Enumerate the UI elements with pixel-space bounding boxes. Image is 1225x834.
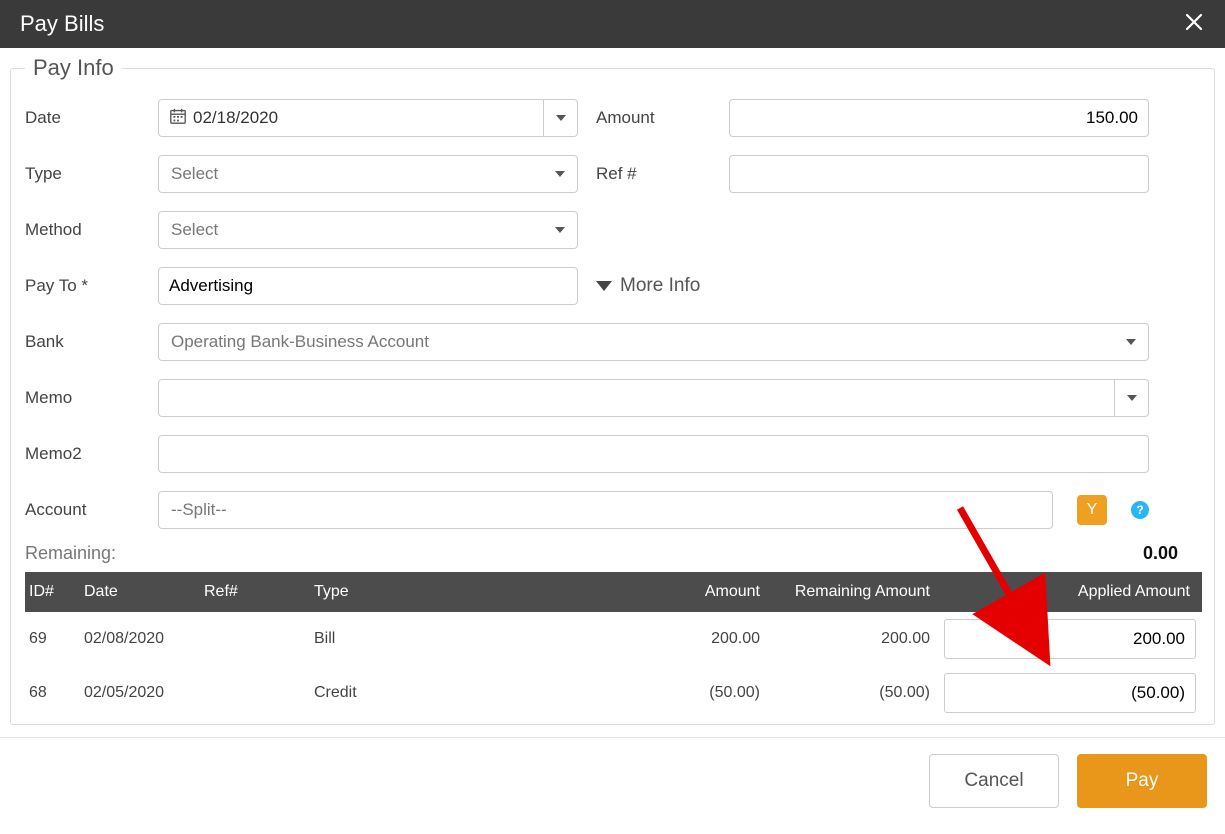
col-ref: Ref# <box>200 583 310 601</box>
col-type: Type <box>310 583 600 601</box>
type-dropdown-button[interactable] <box>543 156 577 192</box>
form-grid: Date 02/18/2020 Amount Type Select Ref # <box>25 83 1202 529</box>
bills-table: ID# Date Ref# Type Amount Remaining Amou… <box>25 572 1202 720</box>
remaining-row: Remaining: 0.00 <box>25 543 1196 564</box>
bank-field[interactable]: Operating Bank-Business Account <box>158 323 1149 361</box>
amount-field[interactable] <box>729 99 1149 137</box>
label-memo2: Memo2 <box>25 444 140 464</box>
titlebar: Pay Bills <box>0 0 1225 48</box>
label-ref: Ref # <box>596 164 711 184</box>
label-method: Method <box>25 220 140 240</box>
close-icon[interactable] <box>1177 7 1211 41</box>
bank-dropdown-button[interactable] <box>1114 324 1148 360</box>
content: Pay Info Date 02/18/2020 Amount Type Sel… <box>0 48 1225 725</box>
table-row: 68 02/05/2020 Credit (50.00) (50.00) <box>25 666 1202 720</box>
chevron-down-icon <box>596 281 612 291</box>
payto-field[interactable] <box>158 267 578 305</box>
cell-date: 02/05/2020 <box>80 684 200 702</box>
label-memo: Memo <box>25 388 140 408</box>
col-id: ID# <box>25 583 80 601</box>
chevron-down-icon <box>1126 339 1136 345</box>
window-title: Pay Bills <box>20 11 104 37</box>
applied-amount-input[interactable] <box>944 673 1196 713</box>
col-remaining: Remaining Amount <box>770 583 940 601</box>
cell-amount: 200.00 <box>600 630 770 648</box>
ref-field[interactable] <box>729 155 1149 193</box>
more-info-toggle[interactable]: More Info <box>596 275 1149 297</box>
type-field[interactable]: Select <box>158 155 578 193</box>
label-type: Type <box>25 164 140 184</box>
col-date: Date <box>80 583 200 601</box>
memo-field[interactable] <box>158 379 1149 417</box>
cell-type: Bill <box>310 630 600 648</box>
table-row: 69 02/08/2020 Bill 200.00 200.00 <box>25 612 1202 666</box>
cell-applied <box>940 667 1200 719</box>
payto-input[interactable] <box>159 268 577 304</box>
date-dropdown-button[interactable] <box>543 100 577 136</box>
memo-dropdown-button[interactable] <box>1114 380 1148 416</box>
table-header: ID# Date Ref# Type Amount Remaining Amou… <box>25 572 1202 612</box>
help-icon[interactable]: ? <box>1131 501 1149 519</box>
fieldset-legend: Pay Info <box>25 55 122 81</box>
cell-date: 02/08/2020 <box>80 630 200 648</box>
pay-info-fieldset: Pay Info Date 02/18/2020 Amount Type Sel… <box>10 68 1215 725</box>
cell-type: Credit <box>310 684 600 702</box>
date-field[interactable]: 02/18/2020 <box>158 99 578 137</box>
method-dropdown-button[interactable] <box>543 212 577 248</box>
amount-input[interactable] <box>730 100 1148 136</box>
type-value: Select <box>159 164 543 184</box>
cell-id: 69 <box>25 630 80 648</box>
memo2-input[interactable] <box>159 436 1148 472</box>
remaining-value: 0.00 <box>1143 543 1196 564</box>
pay-button[interactable]: Pay <box>1077 754 1207 808</box>
more-info-label: More Info <box>620 275 700 297</box>
method-value: Select <box>159 220 543 240</box>
chevron-down-icon <box>555 171 565 177</box>
chevron-down-icon <box>555 227 565 233</box>
applied-amount-input[interactable] <box>944 619 1196 659</box>
col-applied: Applied Amount <box>940 583 1200 601</box>
memo2-field[interactable] <box>158 435 1149 473</box>
account-field[interactable]: --Split-- <box>158 491 1053 529</box>
ref-input[interactable] <box>730 156 1148 192</box>
cell-id: 68 <box>25 684 80 702</box>
account-value: --Split-- <box>159 500 1052 520</box>
cell-remaining: (50.00) <box>770 684 940 702</box>
bank-value: Operating Bank-Business Account <box>159 332 1114 352</box>
date-value: 02/18/2020 <box>193 108 543 128</box>
chevron-down-icon <box>556 115 566 121</box>
y-button[interactable]: Y <box>1077 495 1107 525</box>
col-amount: Amount <box>600 583 770 601</box>
label-bank: Bank <box>25 332 140 352</box>
cell-applied <box>940 613 1200 665</box>
remaining-label: Remaining: <box>25 543 116 564</box>
method-field[interactable]: Select <box>158 211 578 249</box>
calendar-icon <box>159 107 193 130</box>
cancel-button[interactable]: Cancel <box>929 754 1059 808</box>
cell-remaining: 200.00 <box>770 630 940 648</box>
label-date: Date <box>25 108 140 128</box>
label-account: Account <box>25 500 140 520</box>
label-amount: Amount <box>596 108 711 128</box>
account-row: --Split-- Y ? <box>158 491 1149 529</box>
label-payto: Pay To * <box>25 276 140 296</box>
footer: Cancel Pay <box>0 737 1225 808</box>
chevron-down-icon <box>1127 395 1137 401</box>
cell-amount: (50.00) <box>600 684 770 702</box>
